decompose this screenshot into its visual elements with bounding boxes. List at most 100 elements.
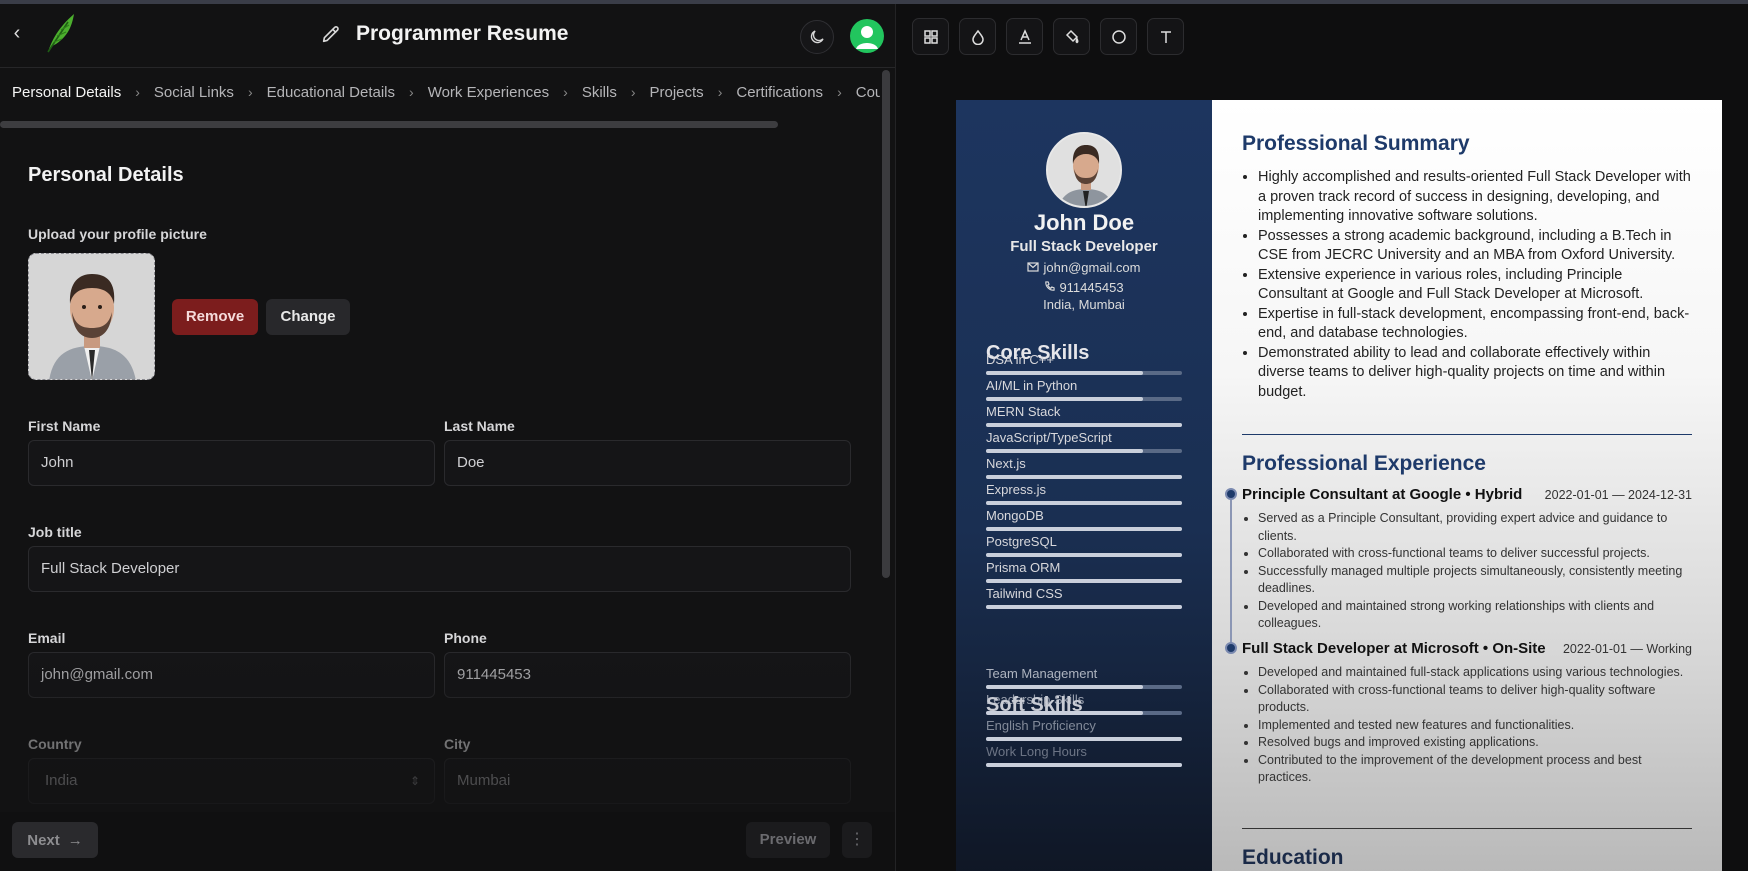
resume-document: John Doe Full Stack Developer john@gmail… [956,100,1722,871]
experience-dates: 2022-01-01 — 2024-12-31 [1544,488,1692,502]
layout-grid-icon[interactable] [912,18,949,55]
last-name-field[interactable]: Doe [444,440,851,486]
breadcrumb-projects[interactable]: Projects [650,84,704,101]
resume-sidebar: John Doe Full Stack Developer john@gmail… [956,100,1212,871]
skill-level-bar [986,527,1182,531]
breadcrumb-skills[interactable]: Skills [582,84,617,101]
horizontal-scrollbar[interactable] [0,121,778,128]
resume-title[interactable]: Programmer Resume [320,22,568,46]
skill-level-fill [986,449,1143,453]
paint-bucket-icon[interactable] [1053,18,1090,55]
section-title: Personal Details [28,164,184,186]
vertical-scrollbar[interactable] [882,70,890,578]
skill-item: Team Management [986,666,1182,689]
experience-point: Collaborated with cross-functional teams… [1258,682,1692,717]
skill-name: Team Management [986,666,1098,681]
skill-name: English Proficiency [986,718,1096,733]
skill-name: Leadership Skills [986,692,1085,707]
experience-title: Full Stack Developer at Microsoft • On-S… [1242,640,1546,657]
skill-level-fill [986,475,1182,479]
job-title-field[interactable]: Full Stack Developer [28,546,851,592]
breadcrumb-work-experiences[interactable]: Work Experiences [428,84,549,101]
skill-item: Prisma ORM [986,560,1182,583]
skill-level-fill [986,527,1182,531]
chevron-right-icon: › [717,84,723,100]
skill-item: Tailwind CSS [986,586,1182,609]
skill-item: Next.js [986,456,1182,479]
resume-role: Full Stack Developer [1010,238,1158,255]
experience-point: Served as a Principle Consultant, provid… [1258,510,1692,545]
user-avatar-icon[interactable] [850,19,884,53]
skill-level-bar [986,605,1182,609]
skill-name: JavaScript/TypeScript [986,430,1112,445]
design-toolbar [912,18,1184,55]
skill-item: PostgreSQL [986,534,1182,557]
circle-icon[interactable] [1100,18,1137,55]
country-select-value: India [45,772,78,789]
breadcrumb-courses[interactable]: Cou [856,84,880,101]
more-options-icon[interactable]: ⋮ [842,822,872,858]
breadcrumb-certifications[interactable]: Certifications [736,84,823,101]
skill-name: Work Long Hours [986,744,1087,759]
summary-item: Highly accomplished and results-oriented… [1258,168,1692,227]
experience-heading: Professional Experience [1242,452,1486,475]
skill-level-fill [986,553,1182,557]
breadcrumb-educational-details[interactable]: Educational Details [267,84,395,101]
skill-level-fill [986,605,1182,609]
preview-button[interactable]: Preview [746,822,830,858]
skill-level-fill [986,371,1143,375]
next-button[interactable]: Next → [12,822,98,858]
timeline-line [1230,500,1232,648]
experience-item-header: Principle Consultant at Google • Hybrid … [1242,486,1692,503]
summary-list: Highly accomplished and results-oriented… [1242,168,1692,402]
section-rule [1242,434,1692,435]
experience-item-header: Full Stack Developer at Microsoft • On-S… [1242,640,1692,657]
phone-field[interactable]: 911445453 [444,652,851,698]
pencil-icon[interactable] [320,23,342,45]
change-photo-button[interactable]: Change [266,299,350,335]
summary-item: Extensive experience in various roles, i… [1258,266,1692,305]
skill-level-fill [986,423,1182,427]
theme-toggle-moon-icon[interactable] [800,20,834,54]
first-name-field[interactable]: John [28,440,435,486]
skill-item: Work Long Hours [986,744,1182,767]
experience-dates: 2022-01-01 — Working [1562,642,1692,656]
city-field[interactable]: Mumbai [444,758,851,804]
phone-label: Phone [444,630,487,646]
job-title-label: Job title [28,524,82,540]
skill-item: Leadership Skills [986,692,1182,715]
profile-picture[interactable] [28,253,155,380]
email-label: Email [28,630,66,646]
skill-name: DSA in C++ [986,352,1054,367]
breadcrumb-social-links[interactable]: Social Links [154,84,234,101]
section-rule [1242,828,1692,829]
country-label: Country [28,736,82,752]
skill-level-fill [986,763,1182,767]
text-icon[interactable] [1147,18,1184,55]
font-color-icon[interactable] [1006,18,1043,55]
chevron-right-icon: › [563,84,568,100]
chevron-right-icon: › [135,84,140,100]
first-name-label: First Name [28,418,101,434]
remove-photo-button[interactable]: Remove [172,299,258,335]
breadcrumb: Personal Details › Social Links › Educat… [0,68,880,116]
resume-name: John Doe [1033,210,1135,235]
app-bar: ‹ Programmer Resume [0,4,895,68]
skill-item: AI/ML in Python [986,378,1182,401]
experience-point: Developed and maintained strong working … [1258,598,1692,633]
resume-title-text: Programmer Resume [356,22,569,45]
skill-level-bar [986,423,1182,427]
skill-level-fill [986,685,1143,689]
resume-phone-line: 911445453 [956,280,1212,295]
skill-name: Tailwind CSS [986,586,1063,601]
chevron-right-icon: › [247,84,253,100]
country-select[interactable]: India ⇕ [28,758,435,804]
chevron-right-icon: › [409,84,414,100]
feather-logo-icon[interactable] [42,12,78,54]
skill-level-bar [986,371,1182,375]
back-icon[interactable]: ‹ [6,22,28,44]
email-field[interactable]: john@gmail.com [28,652,435,698]
breadcrumb-personal-details[interactable]: Personal Details [12,84,121,101]
skill-level-fill [986,397,1143,401]
droplet-icon[interactable] [959,18,996,55]
